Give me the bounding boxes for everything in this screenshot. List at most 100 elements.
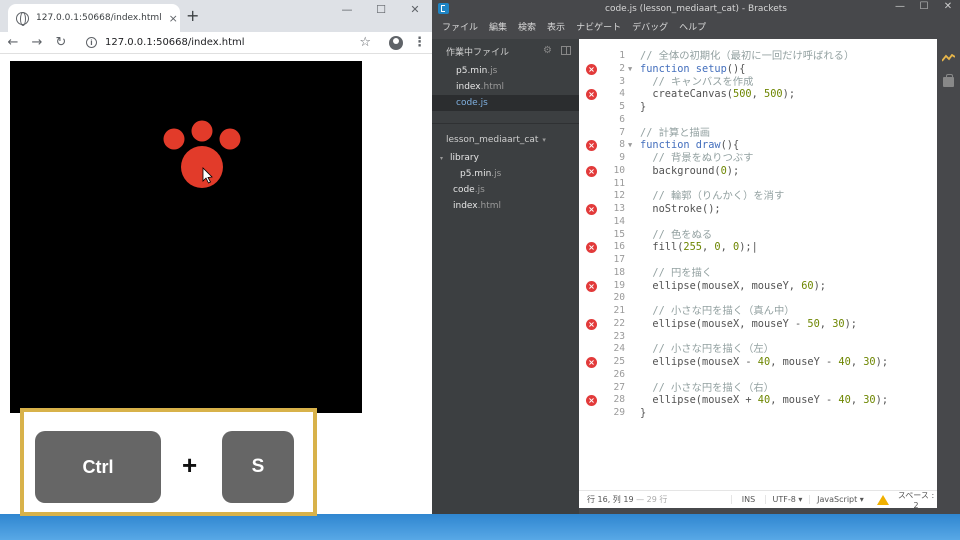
line-number: 15 [613, 228, 625, 240]
code-line[interactable]: 1 // 全体の初期化（最初に一回だけ呼ばれる） [579, 50, 937, 63]
menu-edit[interactable]: 編集 [489, 20, 507, 33]
code-line[interactable]: 7 // 計算と描画 [579, 127, 937, 140]
globe-icon [16, 11, 29, 26]
cursor-position[interactable]: 行 16, 列 19 — 29 行 [579, 494, 731, 505]
menu-debug[interactable]: デバッグ [632, 20, 668, 33]
maximize-button[interactable]: ☐ [364, 0, 398, 22]
bookmark-star-icon[interactable]: ☆ [359, 35, 371, 50]
extension-manager-icon[interactable] [943, 74, 954, 87]
line-number: 19 [613, 279, 625, 291]
code-token: } [640, 101, 647, 113]
code-line[interactable]: 5} [579, 101, 937, 114]
error-icon[interactable]: × [586, 89, 597, 101]
code-line[interactable]: × 10 background(0); [579, 165, 937, 178]
project-dropdown[interactable]: lesson_mediaart_cat ▾ [432, 130, 579, 150]
error-icon[interactable]: × [586, 357, 597, 368]
code-line[interactable]: 24 // 小さな円を描く（左） [579, 343, 937, 356]
code-token: background( [640, 164, 721, 177]
forward-button[interactable]: → [30, 36, 44, 49]
menu-file[interactable]: ファイル [442, 20, 478, 33]
live-preview-icon[interactable] [942, 54, 955, 62]
error-icon[interactable]: × [586, 204, 597, 215]
back-button[interactable]: ← [6, 36, 20, 49]
code-line[interactable]: 6 [579, 114, 937, 127]
tree-file-item[interactable]: code .js [432, 182, 579, 198]
menu-help[interactable]: ヘルプ [679, 20, 706, 33]
new-tab-button[interactable]: + [186, 6, 199, 26]
code-line[interactable]: 18 // 円を描く [579, 267, 937, 280]
line-number: 26 [613, 368, 625, 380]
browser-toolbar: ← → ↻ i 127.0.0.1:50668/index.html ☆ ⋮ [0, 32, 432, 54]
address-bar[interactable]: i 127.0.0.1:50668/index.html ☆ [78, 33, 379, 53]
minimize-button[interactable]: — [330, 0, 364, 22]
reload-button[interactable]: ↻ [54, 36, 68, 49]
error-icon[interactable]: × [586, 140, 597, 152]
code-line[interactable]: 12 // 輪郭（りんかく）を消す [579, 190, 937, 203]
language-select[interactable]: JavaScript ▾ [809, 495, 871, 504]
error-icon[interactable]: × [586, 318, 597, 330]
code-line[interactable]: × 4 createCanvas(500, 500); [579, 88, 937, 101]
code-line[interactable]: 23 [579, 331, 937, 344]
fold-toggle-icon[interactable]: ▼ [628, 139, 632, 152]
plus-sign: + [182, 450, 198, 480]
code-line[interactable]: 21 // 小さな円を描く（真ん中） [579, 305, 937, 318]
info-icon[interactable]: i [86, 37, 97, 48]
code-line[interactable]: × 2 ▼ function setup(){ [579, 63, 937, 76]
code-token: , [720, 241, 734, 254]
tree-file-item[interactable]: index .html [432, 198, 579, 214]
browser-tab[interactable]: 127.0.0.1:50668/index.html × [8, 4, 180, 32]
working-file-item[interactable]: p5.min .js [432, 63, 579, 79]
p5-canvas[interactable] [10, 61, 362, 413]
warning-icon[interactable] [877, 494, 889, 505]
working-file-item[interactable]: code .js [432, 95, 579, 111]
tree-file-item[interactable]: p5.min .js [432, 166, 579, 182]
code-line[interactable]: × 22 ellipse(mouseX, mouseY - 50, 30); [579, 318, 937, 331]
code-line[interactable]: 26 [579, 369, 937, 382]
fold-toggle-icon[interactable]: ▼ [628, 63, 632, 76]
code-token: } [640, 407, 647, 419]
tab-close-icon[interactable]: × [169, 13, 178, 24]
error-icon[interactable]: × [586, 395, 597, 407]
code-line[interactable]: 17 [579, 254, 937, 267]
code-line[interactable]: 11 [579, 178, 937, 191]
menu-view[interactable]: 表示 [547, 20, 565, 33]
tree-folder-library[interactable]: ▾ library [432, 150, 579, 166]
menu-find[interactable]: 検索 [518, 20, 536, 33]
code-area[interactable]: 1// 全体の初期化（最初に一回だけ呼ばれる） × 2 ▼ function setup… [579, 50, 937, 420]
editor-maximize-button[interactable]: ☐ [912, 0, 936, 14]
close-button[interactable]: ✕ [398, 0, 432, 22]
code-editor[interactable]: 1// 全体の初期化（最初に一回だけ呼ばれる） × 2 ▼ function setup… [579, 39, 937, 508]
encoding-select[interactable]: UTF-8 ▾ [765, 495, 809, 504]
working-file-item[interactable]: index .html [432, 79, 579, 95]
split-view-icon[interactable] [561, 46, 571, 55]
code-line[interactable]: × 8 ▼ function draw(){ [579, 139, 937, 152]
indent-setting[interactable]: スペース : 2 [895, 490, 937, 510]
code-text: ellipse(mouseX + 40, mouseY - 40, 30); [640, 394, 888, 407]
code-line[interactable]: 29} [579, 407, 937, 420]
code-line[interactable]: 27 // 小さな円を描く（右） [579, 382, 937, 395]
error-icon[interactable]: × [586, 242, 597, 254]
code-line[interactable]: 3 // キャンバスを作成 [579, 76, 937, 89]
code-line[interactable]: 20 [579, 292, 937, 305]
code-line[interactable]: × 19 ellipse(mouseX, mouseY, 60); [579, 280, 937, 293]
code-line[interactable]: 9 // 背景をぬりつぶす [579, 152, 937, 165]
menu-navigate[interactable]: ナビゲート [576, 20, 621, 33]
code-line[interactable]: × 13 noStroke(); [579, 203, 937, 216]
editor-close-button[interactable]: ✕ [936, 0, 960, 14]
code-line[interactable]: × 28 ellipse(mouseX + 40, mouseY - 40, 30… [579, 394, 937, 407]
editor-minimize-button[interactable]: — [888, 0, 912, 14]
browser-tabstrip: 127.0.0.1:50668/index.html × + — ☐ ✕ [0, 0, 432, 32]
gear-icon[interactable]: ⚙ [543, 45, 552, 56]
code-line[interactable]: × 25 ellipse(mouseX - 40, mouseY - 40, 30… [579, 356, 937, 369]
insert-mode[interactable]: INS [731, 495, 765, 504]
code-line[interactable]: 14 [579, 216, 937, 229]
file-name: code [453, 185, 475, 195]
code-line[interactable]: 15 // 色をぬる [579, 229, 937, 242]
code-line[interactable]: × 16 fill(255, 0, 0);| [579, 241, 937, 254]
folder-expand-icon: ▾ [440, 154, 444, 162]
error-icon[interactable]: × [586, 63, 597, 75]
account-icon[interactable] [389, 35, 403, 50]
error-icon[interactable]: × [586, 165, 597, 177]
error-icon[interactable]: × [586, 280, 597, 292]
browser-menu-icon[interactable]: ⋮ [413, 35, 426, 50]
